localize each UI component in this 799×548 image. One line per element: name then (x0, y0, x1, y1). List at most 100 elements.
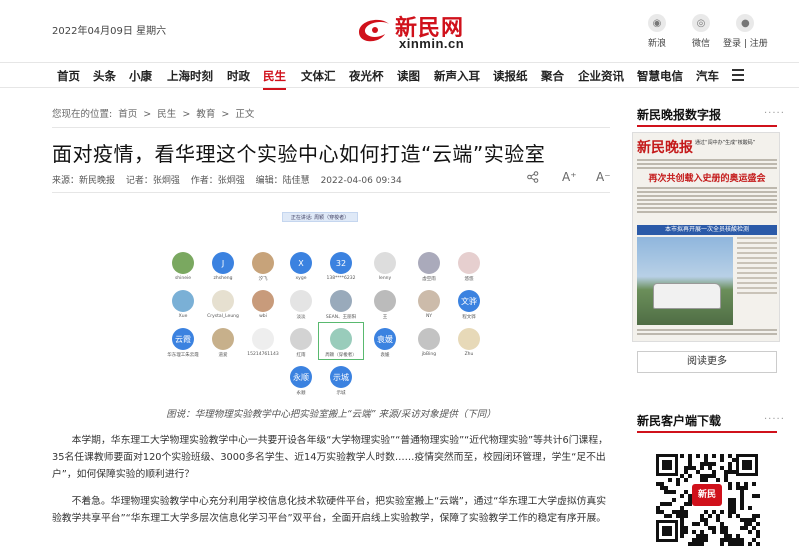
participant-name: zhsheng (213, 276, 233, 281)
qr-module (744, 486, 748, 490)
qr-module (688, 474, 692, 478)
more-dots-icon[interactable]: ····· (764, 108, 785, 119)
participant-name: 悠悠 (464, 277, 474, 282)
nav-item-aggregate[interactable]: 聚合 (541, 68, 564, 84)
share-icon[interactable] (527, 171, 539, 183)
participant-avatar: J (212, 252, 234, 274)
qr-module (668, 478, 672, 482)
nav-item-shanghai[interactable]: 上海时刻 (167, 68, 213, 84)
qr-module (756, 542, 760, 546)
participant-name: 示城 (336, 391, 346, 396)
qr-module (684, 530, 688, 534)
wechat-link[interactable]: ◎ 微信 (692, 14, 710, 49)
qr-finder (662, 526, 672, 536)
nav-item-culture[interactable]: 文体汇 (301, 68, 336, 84)
qr-logo: 新民 (692, 484, 722, 506)
participant-avatar: 云霞 (172, 328, 194, 350)
section-underline (637, 431, 777, 433)
qr-module (748, 542, 752, 546)
section-underline (637, 125, 777, 127)
qr-module (712, 462, 716, 466)
nav-item-newspaper[interactable]: 读报纸 (493, 68, 528, 84)
breadcrumb-minsheng[interactable]: 民生 (157, 109, 176, 120)
qr-finder (662, 460, 672, 470)
weibo-icon: ◉ (648, 14, 666, 32)
qr-module (704, 478, 708, 482)
qr-module (748, 530, 752, 534)
newspaper-thumbnail[interactable]: 新民晚报 通过“闯中办”生成“核酸码” 再次共创载入史册的奥运盛会 本市拟再开展… (632, 132, 780, 342)
participant-name: shineie (174, 276, 192, 281)
logo-text-en: xinmin.cn (399, 36, 465, 51)
article-title: 面对疫情，看华理这个实验中心如何打造“云端”实验室 (52, 142, 546, 166)
qr-module (684, 514, 688, 518)
more-dots-icon[interactable]: ····· (764, 414, 785, 425)
nav-item-auto[interactable]: 汽车 (696, 68, 719, 84)
nav-item-business[interactable]: 企业资讯 (578, 68, 624, 84)
article-time: 2022-04-06 09:34 (320, 176, 402, 186)
participant-avatar (212, 328, 234, 350)
participant-avatar (252, 290, 274, 312)
font-increase-button[interactable]: A⁺ (562, 170, 577, 184)
paper-section-title: 新民晚报数字报 (637, 108, 722, 122)
qr-code[interactable]: 新民 (648, 448, 766, 548)
participant-avatar (290, 290, 312, 312)
qr-module (752, 482, 756, 486)
qr-module (712, 454, 716, 458)
paper-top-note: 通过“闯中办”生成“核酸码” (695, 140, 756, 146)
site-logo[interactable]: 新民网 xinmin.cn (355, 8, 475, 52)
nav-item-minsheng[interactable]: 民生 (263, 68, 286, 90)
breadcrumb-home[interactable]: 首页 (118, 109, 137, 120)
qr-module (668, 514, 672, 518)
breadcrumb-current: 正文 (235, 109, 255, 120)
participant-avatar (374, 290, 396, 312)
participant-name: 红雨 (296, 353, 306, 358)
qr-module (672, 498, 676, 502)
qr-module (748, 506, 752, 510)
weibo-link[interactable]: ◉ 新浪 (648, 14, 666, 49)
main-nav: 首页 头条 小康 上海时刻 时政 民生 文体汇 夜光杯 读图 新声入耳 读报纸 … (0, 62, 799, 90)
participant-avatar: 示城 (330, 366, 352, 388)
participant-avatar: 袁媛 (374, 328, 396, 350)
participant-avatar (172, 252, 194, 274)
qr-module (680, 454, 684, 458)
participant-name: xyge (295, 276, 307, 281)
nav-item-headline[interactable]: 头条 (93, 68, 116, 84)
breadcrumb-sep: > (143, 109, 152, 120)
participant-avatar (374, 252, 396, 274)
participant-name: Crystal_Leung (207, 314, 239, 319)
paper-text-lines (637, 329, 777, 337)
wechat-icon: ◎ (692, 14, 710, 32)
login-link[interactable]: ● 登录 | 注册 (723, 14, 768, 49)
client-section-title: 新民客户端下载 (637, 414, 722, 428)
participant-name: 道爱 (218, 353, 228, 358)
article-editor: 编辑：陆佳慧 (255, 176, 310, 186)
qr-module (696, 454, 700, 458)
nav-item-photos[interactable]: 读图 (397, 68, 420, 84)
breadcrumb-education[interactable]: 教育 (196, 109, 215, 120)
nav-item-telecom[interactable]: 智慧电信 (637, 68, 683, 84)
participant-avatar (290, 328, 312, 350)
qr-module (704, 538, 708, 542)
logo-swirl-icon (359, 19, 389, 42)
qr-module (680, 494, 684, 498)
qr-module (756, 534, 760, 538)
qr-module (684, 478, 688, 482)
nav-item-yeguangbei[interactable]: 夜光杯 (349, 68, 384, 84)
participant-name: lenny (378, 276, 392, 281)
read-more-button[interactable]: 阅读更多 (637, 351, 777, 373)
user-icon: ● (736, 14, 755, 32)
nav-item-audio[interactable]: 新声入耳 (434, 68, 480, 84)
menu-icon[interactable] (732, 69, 744, 81)
font-decrease-button[interactable]: A⁻ (596, 170, 611, 184)
participant-name: 华东理工朱云霞 (167, 353, 199, 358)
nav-item-xiaokang[interactable]: 小康 (129, 68, 152, 84)
header-date: 2022年04月09日 星期六 (52, 26, 167, 37)
nav-item-politics[interactable]: 时政 (227, 68, 250, 84)
paper-text-lines (637, 187, 777, 215)
paper-masthead: 新民晚报 (637, 140, 693, 156)
participant-avatar: 32 (330, 252, 352, 274)
nav-item-home[interactable]: 首页 (57, 68, 80, 84)
qr-module (696, 522, 700, 526)
top-header: 2022年04月09日 星期六 新民网 xinmin.cn ◉ 新浪 ◎ 微信 … (0, 0, 799, 62)
participant-name: wbi (259, 314, 267, 319)
